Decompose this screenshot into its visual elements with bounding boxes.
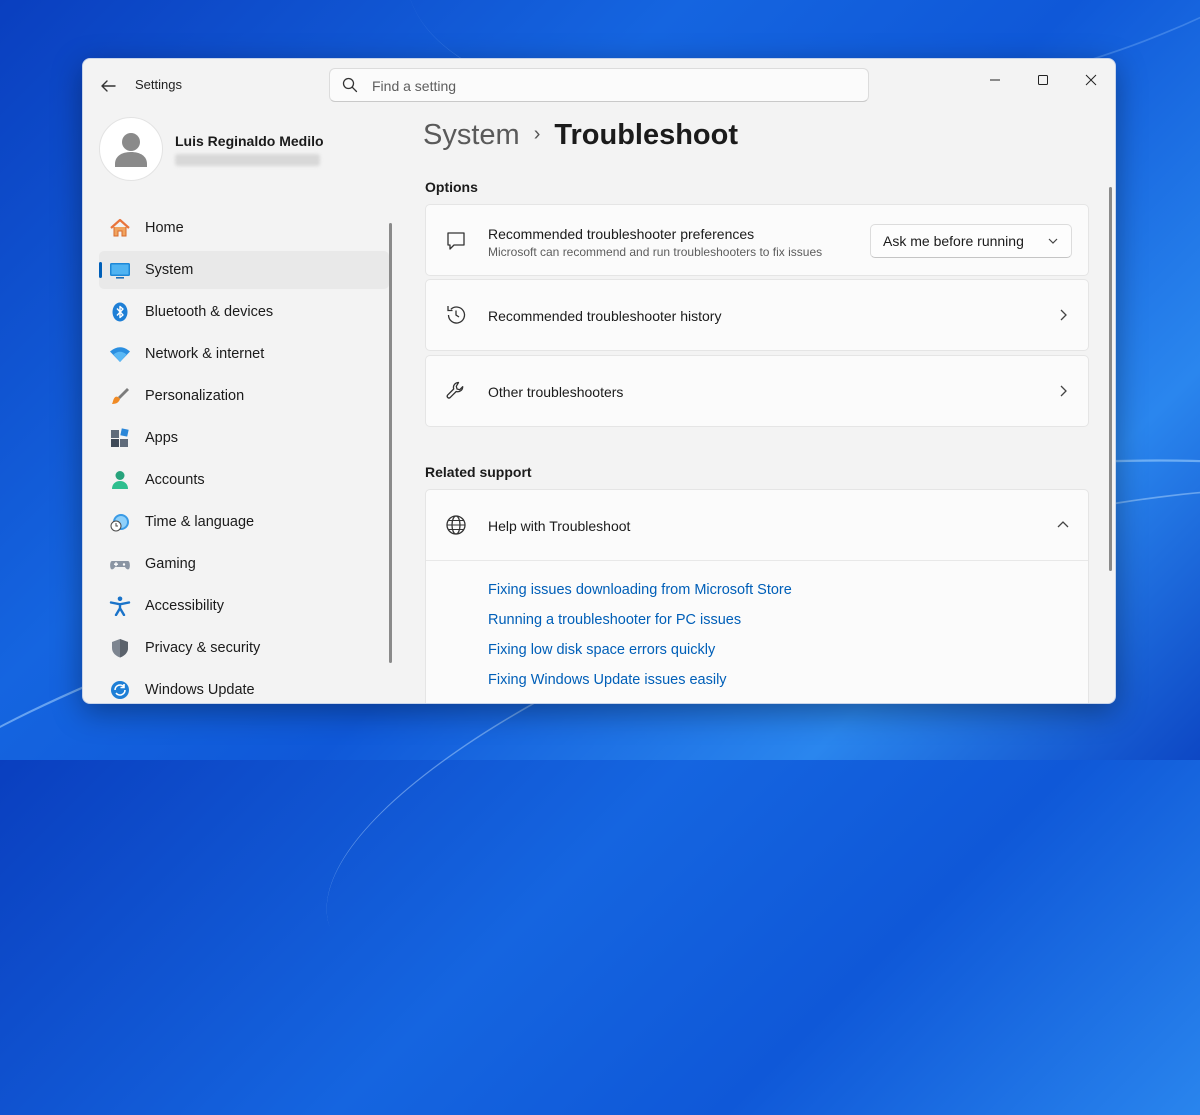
sidebar-item-label: Time & language [145,514,255,530]
sidebar-item-apps[interactable]: Apps [99,419,389,457]
clock-globe-icon [110,514,129,532]
chevron-down-icon [1048,238,1058,244]
breadcrumb-parent[interactable]: System [423,119,520,151]
title-bar: Settings [83,59,1115,111]
sidebar-item-gaming[interactable]: Gaming [99,545,389,583]
wifi-icon [110,347,130,362]
accessibility-icon [109,596,131,616]
brush-icon [112,388,129,404]
sidebar-item-label: Apps [145,430,179,446]
page-title: Troubleshoot [554,119,739,151]
minimize-icon [990,79,1000,81]
sidebar-nav: Home System Bluetooth & devices Network … [99,209,389,703]
other-troubleshooters-card[interactable]: Other troubleshooters [425,355,1089,427]
sidebar-item-label: System [145,262,194,278]
sidebar-item-label: Network & internet [145,346,265,362]
user-email-redacted [175,154,320,166]
sidebar-item-label: Accessibility [145,598,224,614]
shield-icon [112,639,128,658]
chat-bubble-icon [447,232,465,250]
sidebar-item-accounts[interactable]: Accounts [99,461,389,499]
home-icon [110,218,130,237]
sidebar-item-label: Home [145,220,184,236]
preferences-dropdown[interactable]: Ask me before running [870,224,1072,258]
help-link[interactable]: Fixing low disk space errors quickly [488,642,715,658]
preferences-subtitle: Microsoft can recommend and run troubles… [488,245,823,259]
history-icon [447,306,466,324]
chevron-right-icon [1060,309,1067,321]
help-link[interactable]: Fixing issues downloading from Microsoft… [488,582,792,598]
sidebar-item-home[interactable]: Home [99,209,389,247]
sidebar-item-label: Accounts [145,472,205,488]
troubleshooter-preferences-card: Recommended troubleshooter preferences M… [425,204,1089,276]
maximize-icon [1038,75,1048,85]
sidebar-item-label: Personalization [145,388,245,404]
sidebar-item-system[interactable]: System [99,251,389,289]
globe-icon [446,515,466,535]
chevron-right-icon [1060,385,1067,397]
gamepad-icon [110,561,130,570]
back-arrow-icon [101,80,116,92]
related-support-heading: Related support [425,464,532,480]
sidebar-item-network[interactable]: Network & internet [99,335,389,373]
back-button[interactable] [97,75,119,97]
preferences-title: Recommended troubleshooter preferences [488,226,755,242]
breadcrumb: System › Troubleshoot [423,119,738,159]
apps-icon [111,428,129,447]
sidebar-scrollbar[interactable] [389,223,392,663]
settings-window: Settings Luis Reginaldo Medilo [82,58,1116,704]
user-name: Luis Reginaldo Medilo [175,133,324,149]
update-icon [111,681,129,699]
sidebar-item-accessibility[interactable]: Accessibility [99,587,389,625]
close-button[interactable] [1069,65,1113,95]
close-icon [1085,74,1097,86]
system-icon [110,263,130,279]
search-icon [342,77,358,93]
sidebar-item-windows-update[interactable]: Windows Update [99,671,389,703]
sidebar-item-label: Bluetooth & devices [145,304,274,320]
help-link[interactable]: Fixing Windows Update issues easily [488,672,727,688]
troubleshooter-history-card[interactable]: Recommended troubleshooter history [425,279,1089,351]
sidebar-item-personalization[interactable]: Personalization [99,377,389,415]
sidebar-item-bluetooth[interactable]: Bluetooth & devices [99,293,389,331]
other-troubleshooters-title: Other troubleshooters [488,384,624,400]
sidebar-item-label: Windows Update [145,682,255,698]
history-title: Recommended troubleshooter history [488,308,722,324]
user-profile[interactable]: Luis Reginaldo Medilo [99,117,399,187]
breadcrumb-separator: › [533,123,541,145]
sidebar-item-time-language[interactable]: Time & language [99,503,389,541]
maximize-button[interactable] [1021,65,1065,95]
options-heading: Options [425,179,478,195]
help-with-troubleshoot-card: Help with Troubleshoot Fixing issues dow… [425,489,1089,703]
help-expander-header[interactable]: Help with Troubleshoot [426,490,1088,561]
sidebar-item-privacy-security[interactable]: Privacy & security [99,629,389,667]
bluetooth-icon [112,302,128,322]
minimize-button[interactable] [973,65,1017,95]
avatar [99,117,163,181]
accounts-icon [112,471,128,489]
user-avatar-icon [115,133,147,167]
dropdown-selected-value: Ask me before running [883,233,1024,249]
main-scrollbar[interactable] [1109,187,1112,571]
search-box[interactable] [329,68,869,102]
sidebar-item-label: Gaming [145,556,196,572]
search-input[interactable] [370,74,854,98]
help-title: Help with Troubleshoot [488,518,631,534]
wrench-icon [446,381,464,399]
app-title: Settings [135,77,182,92]
help-link[interactable]: Running a troubleshooter for PC issues [488,612,741,628]
sidebar-item-label: Privacy & security [145,640,261,656]
chevron-up-icon [1057,521,1069,528]
